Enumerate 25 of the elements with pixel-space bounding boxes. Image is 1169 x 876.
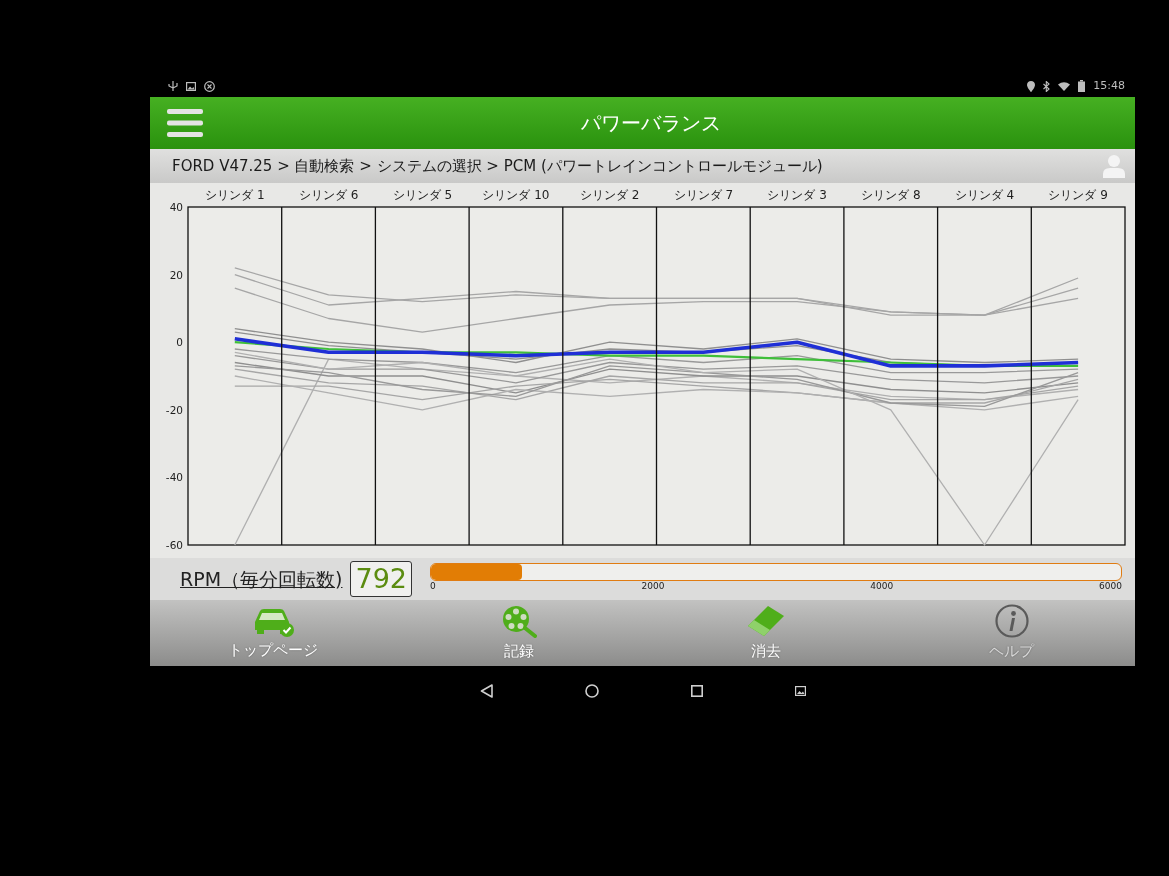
column-header: シリンダ 2	[579, 188, 640, 202]
column-header: シリンダ 4	[954, 188, 1015, 202]
scale-label: 0	[430, 581, 436, 592]
breadcrumb-text: FORD V47.25 > 自動検索 > システムの選択 > PCM (パワートレインコントロールモジュール)	[172, 155, 823, 177]
column-header: シリンダ 7	[673, 188, 734, 202]
scale-label: 6000	[1099, 581, 1122, 592]
column-header: シリンダ 1	[205, 188, 265, 202]
scale-label: 4000	[870, 581, 894, 592]
axis-tick-label: -60	[165, 539, 183, 551]
column-header: シリンダ 3	[767, 188, 827, 202]
axis-tick-label: -20	[165, 403, 183, 416]
screen-title: パワーバランス	[581, 110, 721, 137]
column-header: シリンダ 5	[392, 188, 453, 202]
axis-tick-label: 20	[169, 268, 183, 281]
axis-tick-label: 40	[169, 201, 183, 213]
axis-tick-label: 0	[176, 336, 183, 349]
rpm-readout: 792	[350, 561, 412, 597]
status-time: 15:48	[1093, 77, 1125, 94]
rpm-label: RPM（毎分回転数)	[180, 566, 343, 592]
column-header: シリンダ 8	[861, 188, 921, 202]
scale-label: 2000	[641, 581, 665, 592]
column-header: シリンダ 6	[298, 188, 359, 202]
column-header: シリンダ 9	[1048, 188, 1108, 202]
column-header: シリンダ 10	[482, 188, 550, 202]
axis-tick-label: -40	[165, 471, 183, 484]
